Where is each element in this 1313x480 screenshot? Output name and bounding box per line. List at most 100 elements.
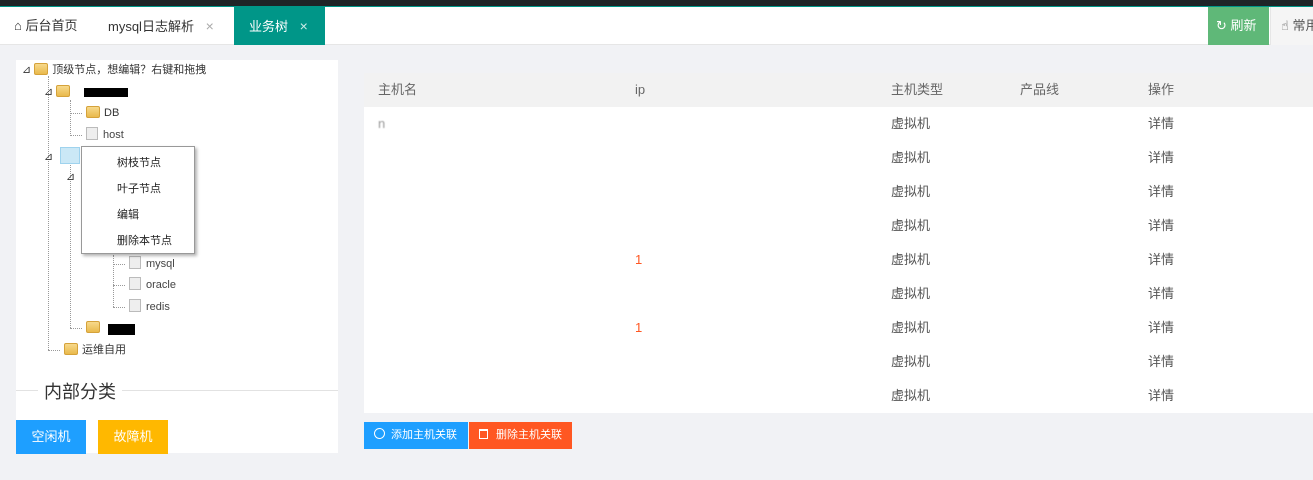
tree-line (70, 113, 82, 114)
tree-node-db[interactable]: DB (86, 104, 119, 122)
tree-line (113, 255, 114, 307)
tab-mysql-log[interactable]: mysql日志解析 × (108, 7, 214, 45)
folder-icon (86, 106, 100, 118)
selected-node-highlight[interactable] (60, 147, 80, 164)
tree-line (70, 165, 71, 328)
host-type-cell: 虚拟机 (891, 150, 931, 165)
idle-machine-button[interactable]: 空闲机 (16, 420, 86, 454)
file-icon (86, 127, 98, 140)
tree-node-ops[interactable]: 运维自用 (64, 341, 126, 359)
expand-icon[interactable]: ⊿ (22, 64, 31, 76)
detail-link[interactable]: 详情 (1148, 277, 1174, 311)
table-row: n 虚拟机 详情 (364, 107, 1313, 141)
redacted-label (108, 324, 135, 335)
fault-machine-button[interactable]: 故障机 (98, 420, 168, 454)
detail-link[interactable]: 详情 (1148, 107, 1174, 141)
tree-node-oracle[interactable]: oracle (129, 276, 176, 294)
expand-icon[interactable]: ⊿ (44, 86, 53, 98)
host-type-cell: 虚拟机 (891, 252, 931, 267)
close-icon[interactable]: × (300, 18, 308, 34)
detail-link[interactable]: 详情 (1148, 243, 1174, 277)
tab-business-tree-label: 业务树 (249, 19, 289, 34)
file-icon (129, 277, 141, 290)
host-type-cell: 虚拟机 (891, 354, 931, 369)
tree-node-label: host (103, 129, 124, 141)
add-host-link-label: 添加主机关联 (391, 429, 457, 441)
tree-node-label: DB (104, 107, 120, 119)
table-row: 1 虚拟机 详情 (364, 311, 1313, 345)
tree-line (48, 76, 49, 350)
column-header-product-line: 产品线 (1020, 82, 1060, 97)
table-row: 虚拟机 详情 (364, 277, 1313, 311)
folder-icon (64, 343, 78, 355)
folder-icon (86, 321, 100, 333)
tree-line (48, 350, 60, 351)
common-button[interactable]: ☝ 常用 (1270, 7, 1313, 45)
column-header-host-type: 主机类型 (891, 82, 944, 97)
table-row: 虚拟机 详情 (364, 345, 1313, 379)
tree-node-host[interactable]: host (86, 126, 124, 144)
column-header-ip: ip (635, 82, 646, 97)
tree-line (113, 285, 125, 286)
trash-icon (479, 429, 488, 439)
tab-business-tree[interactable]: 业务树 × (234, 7, 325, 45)
folder-icon (56, 85, 71, 97)
menu-item-leaf[interactable]: 叶子节点 (117, 180, 161, 196)
column-header-hostname: 主机名 (378, 82, 418, 97)
host-type-cell: 虚拟机 (891, 184, 931, 199)
tree-node-label: oracle (146, 279, 176, 291)
expand-icon[interactable]: ⊿ (66, 171, 75, 183)
tree-line (70, 135, 82, 136)
detail-link[interactable]: 详情 (1148, 141, 1174, 175)
tab-home[interactable]: ⌂ 后台首页 (14, 7, 78, 45)
host-type-cell: 虚拟机 (891, 388, 931, 403)
menu-item-delete[interactable]: 删除本节点 (117, 232, 172, 248)
tree-node-root[interactable]: ⊿ 顶级节点，想编辑？右键和拖拽 (22, 61, 206, 79)
tree-node-redacted-2[interactable] (86, 319, 104, 337)
tree-node-redacted-1[interactable]: ⊿ (44, 83, 74, 101)
ip-cell: 1 (635, 320, 643, 335)
tab-bar: ⌂ 后台首页 mysql日志解析 × 业务树 × ↻ 刷新 ☝ 常用 (0, 7, 1313, 45)
context-menu: 树枝节点 叶子节点 编辑 删除本节点 (81, 146, 195, 254)
tree-node-selected[interactable]: ⊿ (44, 148, 53, 166)
tree-line (113, 264, 125, 265)
common-label: 常用 (1292, 18, 1313, 33)
table-row: 1 虚拟机 详情 (364, 243, 1313, 277)
close-icon[interactable]: × (206, 18, 214, 34)
tree-node-label: mysql (146, 258, 175, 270)
host-type-cell: 虚拟机 (891, 320, 931, 335)
hand-icon: ☝ (1281, 18, 1289, 33)
tree-node-redis[interactable]: redis (129, 298, 170, 316)
home-icon: ⌂ (14, 18, 22, 33)
tab-home-label: 后台首页 (25, 18, 78, 33)
detail-link[interactable]: 详情 (1148, 379, 1174, 413)
plus-circle-icon (374, 428, 385, 439)
host-table: 主机名 ip 主机类型 产品线 操作 n 虚拟机 详情 虚拟机 详情 虚拟机 详情 虚拟机 详情… (364, 73, 1313, 413)
refresh-label: 刷新 (1230, 18, 1257, 33)
file-icon (129, 299, 141, 312)
hostname-cell: n (378, 116, 386, 131)
tree-node-label: 顶级节点，想编辑？右键和拖拽 (52, 64, 207, 76)
refresh-icon: ↻ (1216, 18, 1227, 33)
tree-node-mysql[interactable]: mysql (129, 255, 175, 273)
table-row: 虚拟机 详情 (364, 379, 1313, 413)
host-type-cell: 虚拟机 (891, 218, 931, 233)
remove-host-link-label: 删除主机关联 (496, 429, 562, 441)
menu-item-branch[interactable]: 树枝节点 (117, 154, 161, 170)
remove-host-link-button[interactable]: 删除主机关联 (469, 422, 572, 449)
detail-link[interactable]: 详情 (1148, 311, 1174, 345)
add-host-link-button[interactable]: 添加主机关联 (364, 422, 468, 449)
refresh-button[interactable]: ↻ 刷新 (1208, 7, 1269, 45)
section-title: 内部分类 (38, 378, 122, 404)
detail-link[interactable]: 详情 (1148, 175, 1174, 209)
expand-icon[interactable]: ⊿ (44, 151, 53, 163)
ip-cell: 1 (635, 252, 643, 267)
host-type-cell: 虚拟机 (891, 116, 931, 131)
tree-node-label: redis (146, 301, 170, 313)
host-type-cell: 虚拟机 (891, 286, 931, 301)
tree-node-child[interactable]: ⊿ (66, 168, 75, 186)
detail-link[interactable]: 详情 (1148, 345, 1174, 379)
menu-item-edit[interactable]: 编辑 (117, 206, 139, 222)
detail-link[interactable]: 详情 (1148, 209, 1174, 243)
column-header-action: 操作 (1148, 82, 1175, 97)
